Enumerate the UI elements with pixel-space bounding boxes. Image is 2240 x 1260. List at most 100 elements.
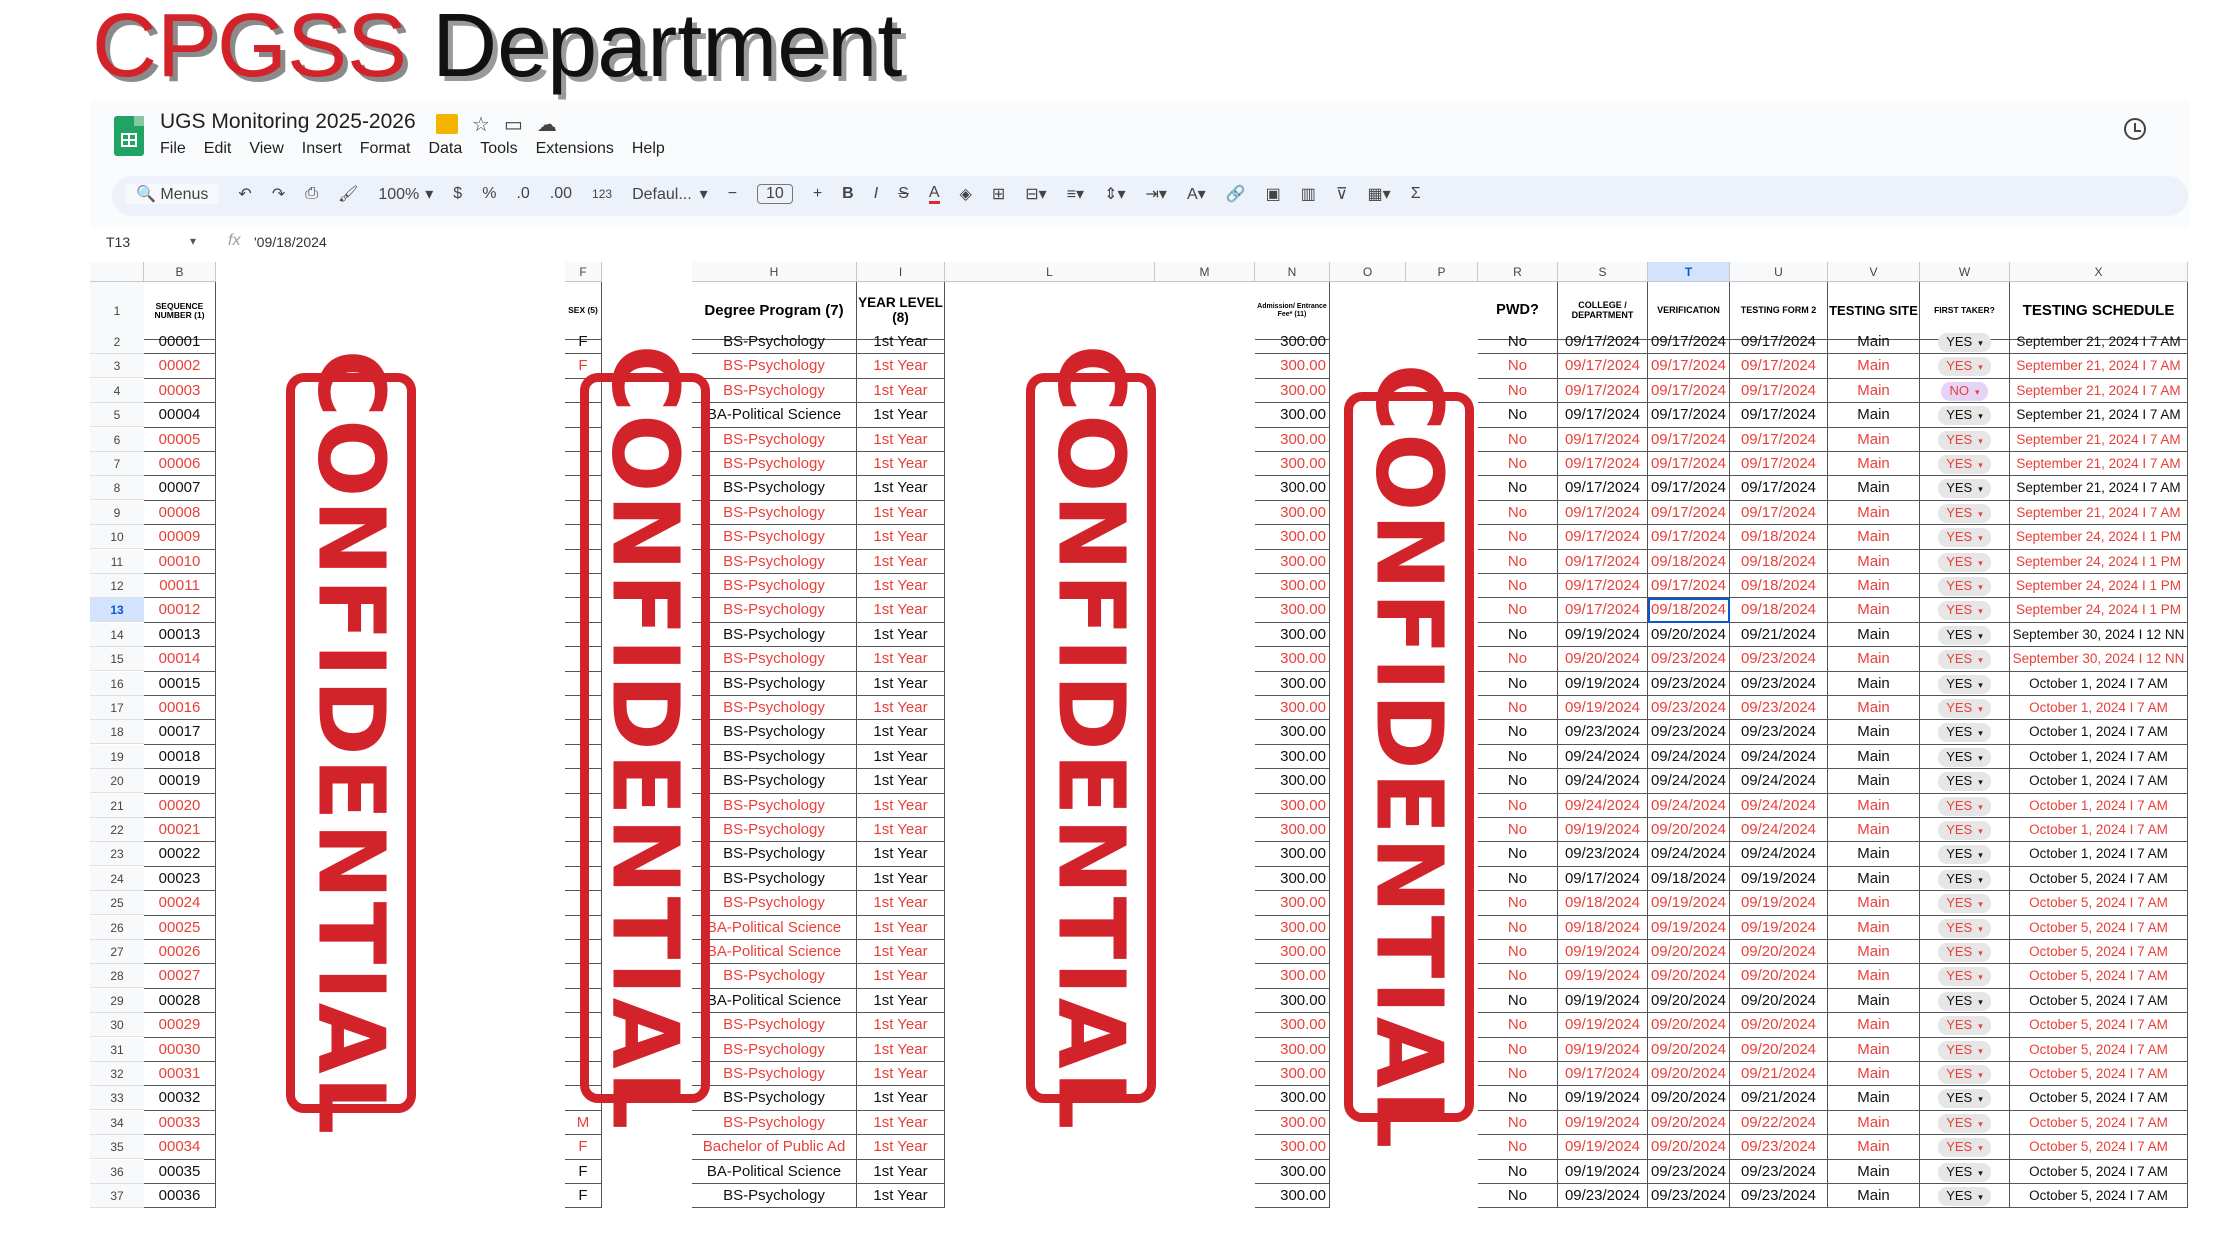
row-number[interactable]: 23 bbox=[90, 842, 144, 867]
cell-pwd[interactable]: No bbox=[1478, 427, 1558, 452]
cell-col[interactable]: 09/19/2024 bbox=[1558, 1135, 1648, 1160]
cell-ver[interactable]: 09/23/2024 bbox=[1648, 647, 1730, 672]
cell-pwd[interactable]: No bbox=[1478, 525, 1558, 550]
cell-site[interactable]: Main bbox=[1828, 988, 1920, 1014]
cell-site[interactable]: Main bbox=[1828, 696, 1920, 721]
cell-first-taker[interactable]: YES ▾ bbox=[1920, 1013, 2010, 1038]
cell-first-taker[interactable]: YES ▾ bbox=[1920, 476, 2010, 501]
cell-deg[interactable]: BS-Psychology bbox=[692, 891, 857, 916]
cell-ver[interactable]: 09/17/2024 bbox=[1648, 525, 1730, 550]
cell-yr[interactable]: 1st Year bbox=[857, 1159, 945, 1184]
cell-site[interactable]: Main bbox=[1828, 403, 1920, 428]
cell-seq[interactable]: 00017 bbox=[144, 720, 216, 745]
cell-col[interactable]: 09/19/2024 bbox=[1558, 818, 1648, 843]
cell-site[interactable]: Main bbox=[1828, 1037, 1920, 1062]
cell-deg[interactable]: BS-Psychology bbox=[692, 354, 857, 379]
cell-yr[interactable]: 1st Year bbox=[857, 940, 945, 965]
paint-format-icon[interactable]: 🖌 bbox=[338, 184, 358, 204]
column-header-m[interactable]: M bbox=[1155, 262, 1255, 282]
cell-fee[interactable]: 300.00 bbox=[1255, 842, 1330, 867]
cell-yr[interactable]: 1st Year bbox=[857, 988, 945, 1014]
cell-col[interactable]: 09/19/2024 bbox=[1558, 940, 1648, 965]
cell-yr[interactable]: 1st Year bbox=[857, 842, 945, 867]
cell-ver[interactable]: 09/23/2024 bbox=[1648, 1159, 1730, 1184]
cell-pwd[interactable]: No bbox=[1478, 744, 1558, 770]
cell-fee[interactable]: 300.00 bbox=[1255, 769, 1330, 794]
column-header-v[interactable]: V bbox=[1828, 262, 1920, 282]
cell-fee[interactable]: 300.00 bbox=[1255, 891, 1330, 916]
cell-deg[interactable]: BA-Political Science bbox=[692, 988, 857, 1014]
cell-site[interactable]: Main bbox=[1828, 647, 1920, 672]
cell-sch[interactable]: September 24, 2024 I 1 PM bbox=[2010, 549, 2188, 574]
cell-f2[interactable]: 09/23/2024 bbox=[1730, 1135, 1828, 1160]
cell-ver[interactable]: 09/20/2024 bbox=[1648, 1086, 1730, 1111]
formula-input[interactable]: '09/18/2024 bbox=[254, 234, 327, 250]
cell-fee[interactable]: 300.00 bbox=[1255, 354, 1330, 379]
cell-pwd[interactable]: No bbox=[1478, 403, 1558, 428]
cell-first-taker[interactable]: YES ▾ bbox=[1920, 720, 2010, 745]
cell-site[interactable]: Main bbox=[1828, 354, 1920, 379]
font-select[interactable]: Defaul... ▾ bbox=[632, 184, 708, 204]
cell-first-taker[interactable]: YES ▾ bbox=[1920, 769, 2010, 794]
cell-fee[interactable]: 300.00 bbox=[1255, 1086, 1330, 1111]
cell-seq[interactable]: 00003 bbox=[144, 378, 216, 404]
number-format-button[interactable]: 123 bbox=[592, 187, 612, 201]
cell-site[interactable]: Main bbox=[1828, 452, 1920, 477]
cell-ver[interactable]: 09/23/2024 bbox=[1648, 720, 1730, 745]
column-header-r[interactable]: R bbox=[1478, 262, 1558, 282]
cell-pwd[interactable]: No bbox=[1478, 476, 1558, 501]
cell-f2[interactable]: 09/20/2024 bbox=[1730, 964, 1828, 989]
cell-col[interactable]: 09/19/2024 bbox=[1558, 696, 1648, 721]
row-number[interactable]: 30 bbox=[90, 1013, 144, 1038]
row-number[interactable]: 36 bbox=[90, 1159, 144, 1184]
cell-first-taker[interactable]: YES ▾ bbox=[1920, 988, 2010, 1014]
cell-yr[interactable]: 1st Year bbox=[857, 744, 945, 770]
cell-pwd[interactable]: No bbox=[1478, 696, 1558, 721]
row-number[interactable]: 26 bbox=[90, 915, 144, 940]
row-number[interactable]: 6 bbox=[90, 427, 144, 452]
fill-color-icon[interactable]: ◈ bbox=[960, 184, 972, 204]
font-size-increase[interactable]: + bbox=[813, 185, 822, 203]
cell-site[interactable]: Main bbox=[1828, 1184, 1920, 1209]
cell-f2[interactable]: 09/18/2024 bbox=[1730, 574, 1828, 599]
cell-first-taker[interactable]: YES ▾ bbox=[1920, 818, 2010, 843]
cell-deg[interactable]: BS-Psychology bbox=[692, 818, 857, 843]
cell-first-taker[interactable]: YES ▾ bbox=[1920, 866, 2010, 892]
cell-deg[interactable]: BS-Psychology bbox=[692, 500, 857, 526]
cell-pwd[interactable]: No bbox=[1478, 988, 1558, 1014]
dropdown-chip[interactable]: YES ▾ bbox=[1938, 943, 1991, 962]
cell-pwd[interactable]: No bbox=[1478, 940, 1558, 965]
cell-site[interactable]: Main bbox=[1828, 842, 1920, 867]
cell-ver[interactable]: 09/24/2024 bbox=[1648, 793, 1730, 818]
cell-deg[interactable]: BS-Psychology bbox=[692, 378, 857, 404]
cell-pwd[interactable]: No bbox=[1478, 574, 1558, 599]
cell-yr[interactable]: 1st Year bbox=[857, 1184, 945, 1209]
cell-ver[interactable]: 09/17/2024 bbox=[1648, 354, 1730, 379]
cell-seq[interactable]: 00028 bbox=[144, 988, 216, 1014]
cell-fee[interactable]: 300.00 bbox=[1255, 818, 1330, 843]
cell-ver[interactable]: 09/18/2024 bbox=[1648, 598, 1730, 623]
cell-pwd[interactable]: No bbox=[1478, 671, 1558, 696]
cell-sch[interactable]: October 1, 2024 I 7 AM bbox=[2010, 793, 2188, 818]
dropdown-chip[interactable]: YES ▾ bbox=[1938, 821, 1991, 840]
currency-format-button[interactable]: $ bbox=[453, 185, 462, 203]
column-header-h[interactable]: H bbox=[692, 262, 857, 282]
cell-deg[interactable]: BS-Psychology bbox=[692, 842, 857, 867]
cell-seq[interactable]: 00008 bbox=[144, 500, 216, 526]
cell-first-taker[interactable]: NO ▾ bbox=[1920, 378, 2010, 404]
cell-fee[interactable]: 300.00 bbox=[1255, 330, 1330, 355]
row-number[interactable]: 16 bbox=[90, 671, 144, 696]
cell-pwd[interactable]: No bbox=[1478, 1086, 1558, 1111]
cell-ver[interactable]: 09/17/2024 bbox=[1648, 452, 1730, 477]
menu-item-format[interactable]: Format bbox=[360, 140, 411, 158]
cell-ver[interactable]: 09/23/2024 bbox=[1648, 1184, 1730, 1209]
cell-pwd[interactable]: No bbox=[1478, 1159, 1558, 1184]
cell-col[interactable]: 09/17/2024 bbox=[1558, 403, 1648, 428]
row-number[interactable]: 25 bbox=[90, 891, 144, 916]
cell-deg[interactable]: BS-Psychology bbox=[692, 427, 857, 452]
cell-seq[interactable]: 00036 bbox=[144, 1184, 216, 1209]
cell-first-taker[interactable]: YES ▾ bbox=[1920, 403, 2010, 428]
cell-deg[interactable]: BS-Psychology bbox=[692, 964, 857, 989]
cell-first-taker[interactable]: YES ▾ bbox=[1920, 964, 2010, 989]
cell-seq[interactable]: 00035 bbox=[144, 1159, 216, 1184]
